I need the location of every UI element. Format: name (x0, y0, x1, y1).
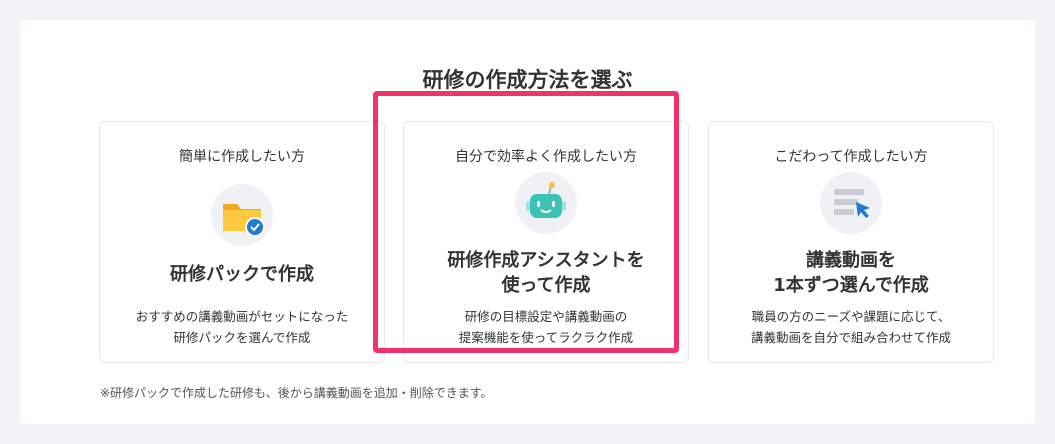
page-title: 研修の作成方法を選ぶ (422, 68, 633, 92)
robot-icon (515, 172, 577, 234)
card-description: 職員の方のニーズや課題に応じて、 講義動画を自分で組み合わせて作成 (750, 309, 951, 345)
option-card-assistant[interactable]: 自分で効率よく作成したい方 研修作成アシスタントを 使って作成 研修の目標設定や… (403, 121, 689, 363)
card-subtitle: 簡単に作成したい方 (179, 149, 305, 165)
option-card-pack[interactable]: 簡単に作成したい方 研修パックで作成 おすすめの講義動画がセットになった 研修パ… (99, 121, 385, 363)
card-subtitle: こだわって作成したい方 (774, 149, 928, 165)
folder-check-icon (211, 184, 273, 246)
card-heading: 講義動画を 1本ずつ選んで作成 (773, 250, 929, 296)
option-card-custom[interactable]: こだわって作成したい方 講義動画を 1本ずつ選んで作成 職員の方のニーズや課題に… (708, 121, 994, 363)
footnote: ※研修パックで作成した研修も、後から講義動画を追加・削除できます。 (100, 386, 493, 400)
list-cursor-icon (820, 172, 882, 234)
card-heading: 研修作成アシスタントを 使って作成 (447, 250, 645, 296)
selection-panel: 研修の作成方法を選ぶ 簡単に作成したい方 研修パックで作成 おすすめの講義動画が… (20, 20, 1035, 424)
card-description: 研修の目標設定や講義動画の 提案機能を使ってラクラク作成 (458, 309, 634, 345)
card-heading: 研修パックで作成 (170, 264, 314, 285)
card-description: おすすめの講義動画がセットになった 研修パックを選んで作成 (135, 309, 349, 345)
card-subtitle: 自分で効率よく作成したい方 (455, 149, 637, 165)
